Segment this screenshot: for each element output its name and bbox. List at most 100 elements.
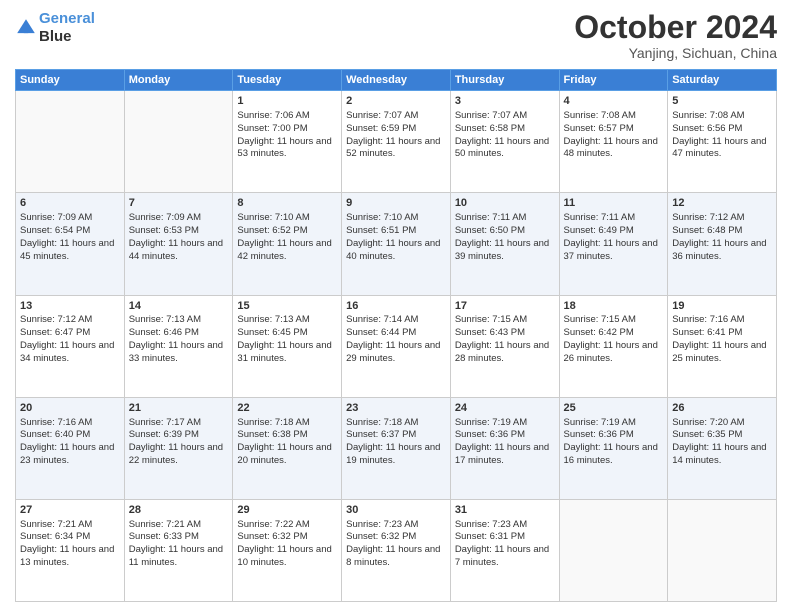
header-row: Sunday Monday Tuesday Wednesday Thursday…: [16, 70, 777, 91]
day-info: Sunset: 6:49 PM: [564, 225, 664, 238]
day-info: Sunset: 6:36 PM: [564, 429, 664, 442]
day-info: Sunrise: 7:19 AM: [455, 417, 555, 430]
day-info: Sunrise: 7:12 AM: [672, 212, 772, 225]
day-info: Sunset: 6:32 PM: [346, 531, 446, 544]
day-info: Daylight: 11 hours and 22 minutes.: [129, 442, 229, 468]
day-info: Daylight: 11 hours and 31 minutes.: [237, 340, 337, 366]
day-info: Sunrise: 7:10 AM: [237, 212, 337, 225]
day-info: Sunset: 7:00 PM: [237, 123, 337, 136]
day-info: Sunset: 6:58 PM: [455, 123, 555, 136]
table-row: 22Sunrise: 7:18 AMSunset: 6:38 PMDayligh…: [233, 397, 342, 499]
table-row: 21Sunrise: 7:17 AMSunset: 6:39 PMDayligh…: [124, 397, 233, 499]
day-info: Sunrise: 7:07 AM: [346, 110, 446, 123]
day-info: Sunrise: 7:11 AM: [455, 212, 555, 225]
table-row: 14Sunrise: 7:13 AMSunset: 6:46 PMDayligh…: [124, 295, 233, 397]
table-row: 11Sunrise: 7:11 AMSunset: 6:49 PMDayligh…: [559, 193, 668, 295]
calendar-week-row: 13Sunrise: 7:12 AMSunset: 6:47 PMDayligh…: [16, 295, 777, 397]
day-info: Daylight: 11 hours and 36 minutes.: [672, 238, 772, 264]
day-info: Sunrise: 7:13 AM: [129, 314, 229, 327]
day-info: Sunrise: 7:09 AM: [129, 212, 229, 225]
day-info: Sunset: 6:37 PM: [346, 429, 446, 442]
day-number: 11: [564, 196, 664, 211]
day-info: Sunrise: 7:08 AM: [672, 110, 772, 123]
table-row: 8Sunrise: 7:10 AMSunset: 6:52 PMDaylight…: [233, 193, 342, 295]
logo-text: General Blue: [39, 10, 95, 46]
day-info: Daylight: 11 hours and 20 minutes.: [237, 442, 337, 468]
table-row: 5Sunrise: 7:08 AMSunset: 6:56 PMDaylight…: [668, 91, 777, 193]
table-row: 31Sunrise: 7:23 AMSunset: 6:31 PMDayligh…: [450, 499, 559, 601]
day-info: Daylight: 11 hours and 19 minutes.: [346, 442, 446, 468]
table-row: 17Sunrise: 7:15 AMSunset: 6:43 PMDayligh…: [450, 295, 559, 397]
day-info: Sunset: 6:47 PM: [20, 327, 120, 340]
day-number: 8: [237, 196, 337, 211]
day-number: 27: [20, 503, 120, 518]
day-info: Daylight: 11 hours and 42 minutes.: [237, 238, 337, 264]
day-info: Sunrise: 7:15 AM: [564, 314, 664, 327]
day-info: Sunset: 6:31 PM: [455, 531, 555, 544]
day-info: Daylight: 11 hours and 16 minutes.: [564, 442, 664, 468]
day-info: Sunrise: 7:14 AM: [346, 314, 446, 327]
calendar-week-row: 20Sunrise: 7:16 AMSunset: 6:40 PMDayligh…: [16, 397, 777, 499]
day-info: Sunset: 6:43 PM: [455, 327, 555, 340]
day-info: Daylight: 11 hours and 33 minutes.: [129, 340, 229, 366]
day-info: Sunrise: 7:23 AM: [346, 519, 446, 532]
table-row: 1Sunrise: 7:06 AMSunset: 7:00 PMDaylight…: [233, 91, 342, 193]
day-info: Sunset: 6:48 PM: [672, 225, 772, 238]
day-info: Sunset: 6:50 PM: [455, 225, 555, 238]
day-info: Sunrise: 7:18 AM: [346, 417, 446, 430]
day-number: 24: [455, 401, 555, 416]
day-info: Sunset: 6:41 PM: [672, 327, 772, 340]
day-info: Sunset: 6:45 PM: [237, 327, 337, 340]
table-row: 10Sunrise: 7:11 AMSunset: 6:50 PMDayligh…: [450, 193, 559, 295]
col-monday: Monday: [124, 70, 233, 91]
day-info: Sunrise: 7:21 AM: [20, 519, 120, 532]
table-row: 29Sunrise: 7:22 AMSunset: 6:32 PMDayligh…: [233, 499, 342, 601]
day-info: Daylight: 11 hours and 28 minutes.: [455, 340, 555, 366]
day-number: 6: [20, 196, 120, 211]
day-info: Sunset: 6:39 PM: [129, 429, 229, 442]
day-info: Daylight: 11 hours and 40 minutes.: [346, 238, 446, 264]
day-number: 12: [672, 196, 772, 211]
day-info: Sunset: 6:54 PM: [20, 225, 120, 238]
day-number: 3: [455, 94, 555, 109]
table-row: 9Sunrise: 7:10 AMSunset: 6:51 PMDaylight…: [342, 193, 451, 295]
logo: General Blue: [15, 10, 95, 46]
day-info: Sunrise: 7:21 AM: [129, 519, 229, 532]
day-info: Daylight: 11 hours and 13 minutes.: [20, 544, 120, 570]
day-info: Sunset: 6:52 PM: [237, 225, 337, 238]
day-info: Daylight: 11 hours and 29 minutes.: [346, 340, 446, 366]
day-info: Daylight: 11 hours and 52 minutes.: [346, 136, 446, 162]
day-info: Daylight: 11 hours and 10 minutes.: [237, 544, 337, 570]
day-number: 23: [346, 401, 446, 416]
day-info: Sunset: 6:53 PM: [129, 225, 229, 238]
day-info: Sunset: 6:34 PM: [20, 531, 120, 544]
day-info: Sunset: 6:56 PM: [672, 123, 772, 136]
day-info: Sunrise: 7:09 AM: [20, 212, 120, 225]
day-info: Sunset: 6:59 PM: [346, 123, 446, 136]
day-info: Sunset: 6:44 PM: [346, 327, 446, 340]
day-info: Daylight: 11 hours and 50 minutes.: [455, 136, 555, 162]
day-info: Sunset: 6:57 PM: [564, 123, 664, 136]
day-info: Daylight: 11 hours and 25 minutes.: [672, 340, 772, 366]
day-info: Sunrise: 7:15 AM: [455, 314, 555, 327]
table-row: [668, 499, 777, 601]
header: General Blue October 2024 Yanjing, Sichu…: [15, 10, 777, 61]
day-info: Daylight: 11 hours and 8 minutes.: [346, 544, 446, 570]
day-number: 29: [237, 503, 337, 518]
logo-icon: [15, 17, 37, 39]
table-row: 24Sunrise: 7:19 AMSunset: 6:36 PMDayligh…: [450, 397, 559, 499]
day-number: 4: [564, 94, 664, 109]
table-row: 26Sunrise: 7:20 AMSunset: 6:35 PMDayligh…: [668, 397, 777, 499]
day-number: 21: [129, 401, 229, 416]
day-info: Daylight: 11 hours and 47 minutes.: [672, 136, 772, 162]
calendar-week-row: 27Sunrise: 7:21 AMSunset: 6:34 PMDayligh…: [16, 499, 777, 601]
calendar-table: Sunday Monday Tuesday Wednesday Thursday…: [15, 69, 777, 602]
day-info: Sunset: 6:36 PM: [455, 429, 555, 442]
col-sunday: Sunday: [16, 70, 125, 91]
day-info: Sunrise: 7:12 AM: [20, 314, 120, 327]
day-info: Sunset: 6:33 PM: [129, 531, 229, 544]
day-info: Daylight: 11 hours and 34 minutes.: [20, 340, 120, 366]
day-info: Daylight: 11 hours and 48 minutes.: [564, 136, 664, 162]
table-row: 28Sunrise: 7:21 AMSunset: 6:33 PMDayligh…: [124, 499, 233, 601]
table-row: 25Sunrise: 7:19 AMSunset: 6:36 PMDayligh…: [559, 397, 668, 499]
